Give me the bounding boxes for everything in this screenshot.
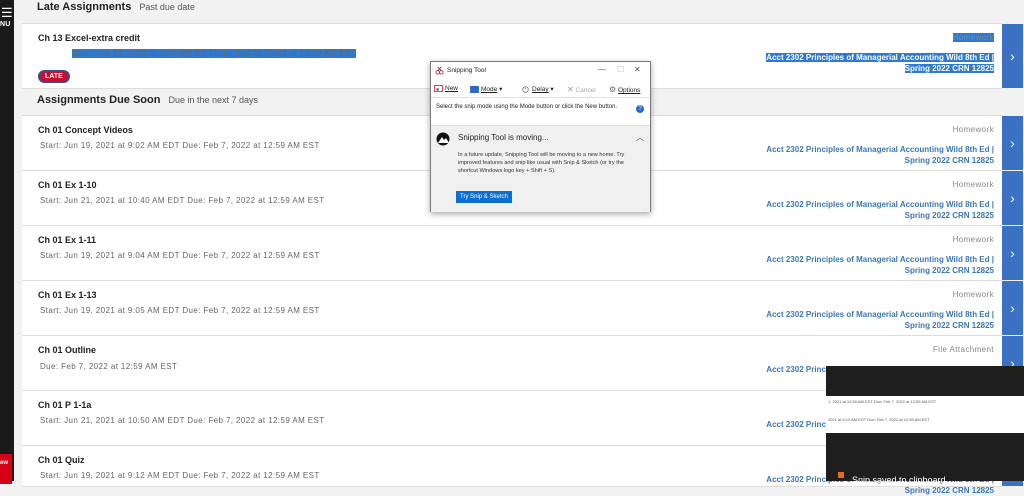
help-icon[interactable]: ?: [636, 105, 644, 113]
new-snip-button[interactable]: New: [434, 85, 458, 92]
scissors-icon: [435, 66, 444, 75]
soon-section-header: Assignments Due Soon Due in the next 7 da…: [37, 94, 258, 106]
mode-icon: [470, 85, 479, 93]
options-button[interactable]: ⚙ Options: [609, 85, 640, 94]
chevron-right-icon[interactable]: ›: [1002, 281, 1023, 335]
new-snip-icon: [434, 85, 443, 92]
assignment-type: Homework: [952, 290, 994, 299]
thumbnail-row: 1, 2021 at 10:50 AM EDT Due: Feb 7, 2022…: [826, 396, 1024, 415]
assignment-type: Homework: [952, 125, 994, 134]
assignment-dates: Start: Jun 19, 2021 at 9:02 AM EDT Due: …: [40, 141, 320, 150]
delay-button[interactable]: Delay ▾: [521, 85, 554, 93]
cancel-button: ✕ Cancel: [567, 85, 596, 94]
assignment-title[interactable]: Ch 01 P 1-1a: [38, 400, 91, 410]
chevron-up-icon[interactable]: ︿: [636, 132, 644, 143]
course-link[interactable]: Acct 2302 Principles of Managerial Accou…: [764, 254, 994, 276]
assignment-title[interactable]: Ch 01 Ex 1-10: [38, 180, 97, 190]
moving-body: In a future update, Snipping Tool will b…: [458, 152, 625, 174]
snipping-tool-window: Snipping Tool — ☐ ✕ New Mode ▾ Delay ▾ ✕…: [430, 61, 651, 212]
moving-title: Snipping Tool is moving...: [458, 133, 549, 142]
assignment-type: Homework: [952, 180, 994, 189]
assignment-title[interactable]: Ch 01 Ex 1-13: [38, 290, 97, 300]
chevron-right-icon[interactable]: ›: [1002, 116, 1023, 170]
thumbnail-text: 2021 at 9:12 AM EDT Due: Feb 7, 2022 at …: [828, 417, 930, 422]
maximize-icon: ☐: [617, 65, 625, 74]
assignment-card[interactable]: Ch 01 Ex 1-13 Start: Jun 19, 2021 at 9:0…: [22, 280, 1023, 336]
assignment-type: Homework: [952, 33, 994, 42]
mode-button[interactable]: Mode ▾: [470, 85, 502, 93]
assignment-title[interactable]: Ch 01 Quiz: [38, 455, 85, 465]
assignment-dates: Start: Jun 19, 2021 at 9:05 AM EDT Due: …: [40, 306, 320, 315]
snip-app-icon: [838, 472, 844, 478]
screenshot-overlay: [826, 366, 1024, 396]
cancel-x-icon: ✕: [567, 85, 574, 94]
assignment-dates: Start: Jun 21, 2021 at 10:50 AM EDT Due:…: [40, 416, 325, 425]
course-link[interactable]: Acct 2302 Principles of Managerial Accou…: [764, 309, 994, 331]
snip-help-text: Select the snip mode using the Mode butt…: [436, 104, 618, 110]
assignment-dates: Due: Feb 7, 2022 at 12:59 AM EST: [40, 362, 178, 371]
assignment-dates: Start: Jun 19, 2021 at 9:12 AM EDT Due: …: [40, 471, 320, 480]
late-section-subtitle: Past due date: [139, 2, 195, 12]
notification-badge[interactable]: ew: [0, 454, 12, 484]
snipping-tool-title: Snipping Tool: [447, 67, 486, 74]
options-gear-icon: ⚙: [609, 85, 617, 94]
soon-section-subtitle: Due in the next 7 days: [168, 95, 259, 105]
course-link[interactable]: Acct 2302 Principles of Managerial Accou…: [764, 144, 994, 166]
assignment-dates: Start: Jun 19, 2021 at 9:04 AM EDT Due: …: [40, 251, 320, 260]
snipping-tool-titlebar[interactable]: Snipping Tool — ☐ ✕: [431, 62, 650, 79]
menu-label[interactable]: NU: [0, 21, 11, 28]
try-snip-sketch-button[interactable]: Try Snip & Sketch: [456, 191, 512, 203]
menu-icon[interactable]: ☰: [1, 6, 13, 19]
assignment-type: File Attachment: [932, 345, 994, 354]
minimize-icon[interactable]: —: [598, 65, 606, 74]
toast-text: Snip saved to clipboard: [852, 475, 946, 485]
chevron-right-icon[interactable]: ›: [1002, 24, 1023, 88]
chevron-right-icon[interactable]: ›: [1002, 226, 1023, 280]
assignment-title[interactable]: Ch 01 Concept Videos: [38, 125, 133, 135]
chevron-right-icon[interactable]: ›: [1002, 171, 1023, 225]
snip-toast[interactable]: Snip saved to clipboard: [826, 433, 1024, 485]
soon-section-title: Assignments Due Soon: [37, 94, 161, 106]
assignment-title[interactable]: Ch 13 Excel-extra credit: [38, 33, 140, 43]
assignment-title[interactable]: Ch 01 Ex 1-11: [38, 235, 96, 245]
late-badge: LATE: [38, 70, 70, 83]
late-section-title: Late Assignments: [37, 1, 132, 13]
course-link[interactable]: Acct 2302 Principles of Managerial Accou…: [764, 52, 994, 74]
close-icon[interactable]: ✕: [634, 65, 641, 74]
snipping-toolbar: New Mode ▾ Delay ▾ ✕ Cancel ⚙ Options: [431, 81, 650, 98]
assignment-card[interactable]: Ch 01 Ex 1-11 Start: Jun 19, 2021 at 9:0…: [22, 225, 1023, 281]
assignment-type: Homework: [952, 235, 994, 244]
assignment-title[interactable]: Ch 01 Outline: [38, 345, 96, 355]
thumbnail-text: 1, 2021 at 10:50 AM EDT Due: Feb 7, 2022…: [828, 399, 937, 404]
course-link[interactable]: Acct 2302 Principles of Managerial Accou…: [764, 199, 994, 221]
moving-notice-panel: Snipping Tool is moving... ︿ In a future…: [431, 125, 650, 212]
left-nav-bar: ☰ NU ew: [0, 0, 14, 484]
clock-icon: [522, 86, 529, 93]
mountain-icon: [436, 132, 450, 146]
assignment-dates: Start: Jun 24, 2021 at 1:50 PM EDT Due: …: [72, 49, 357, 58]
thumbnail-row: 2021 at 9:12 AM EDT Due: Feb 7, 2022 at …: [826, 414, 1024, 433]
late-section-header: Late Assignments Past due date: [37, 1, 195, 13]
assignment-dates: Start: Jun 21, 2021 at 10:40 AM EDT Due:…: [40, 196, 325, 205]
